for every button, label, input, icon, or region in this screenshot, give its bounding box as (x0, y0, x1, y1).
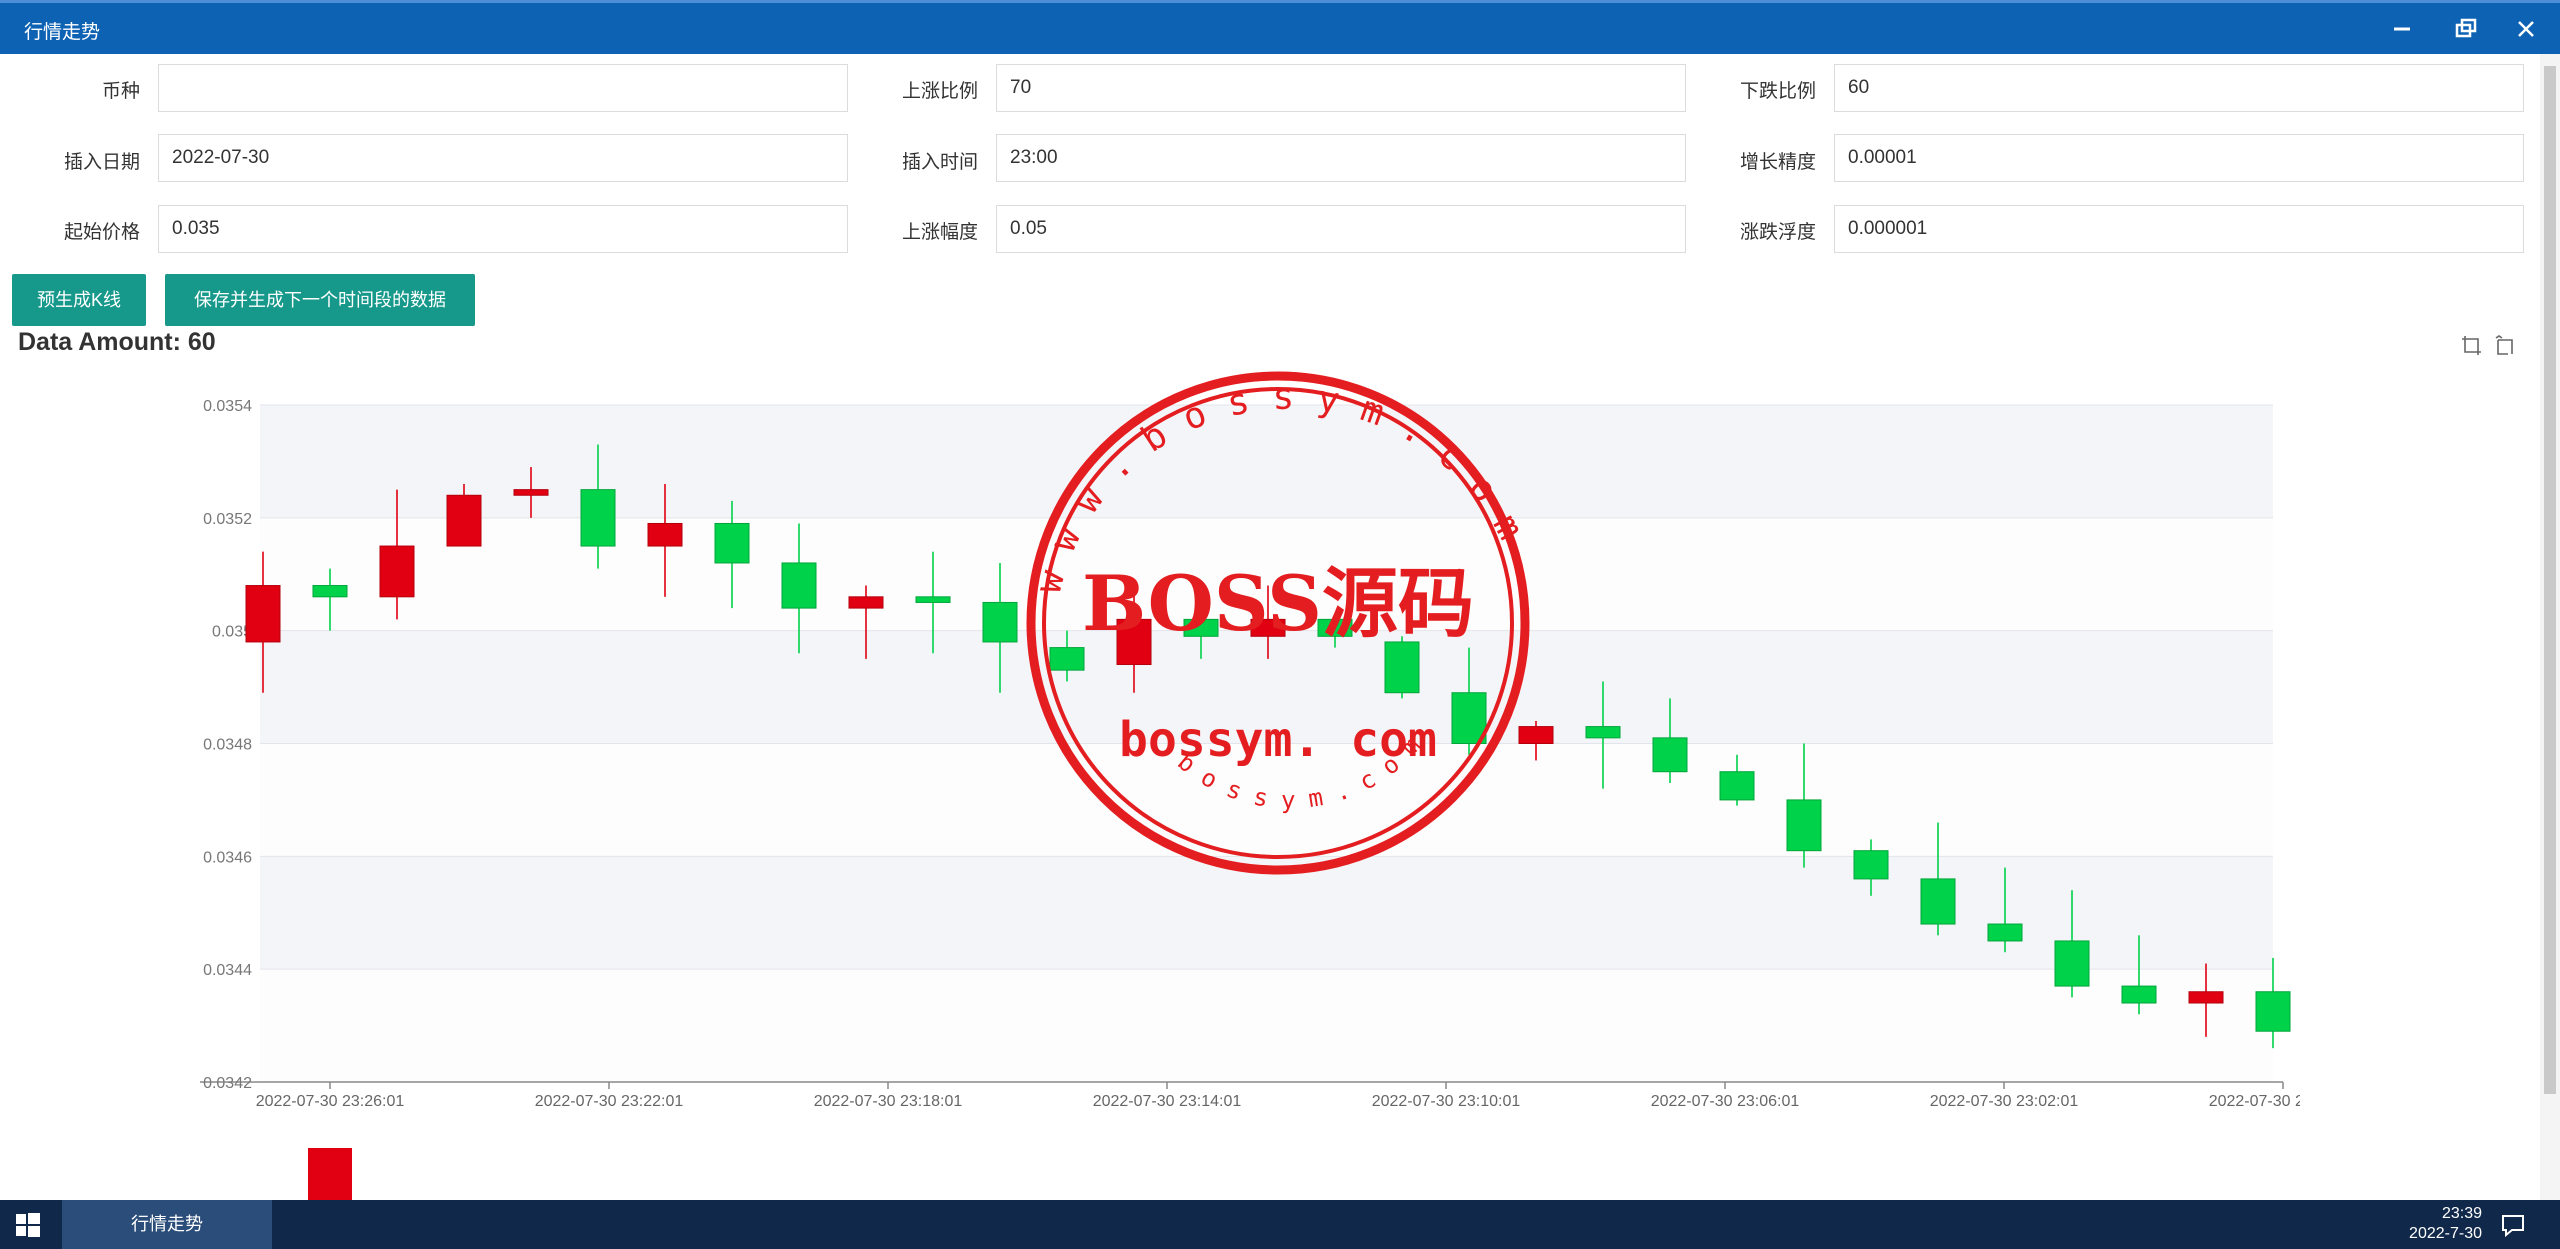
stamp-main-text: BOSS源码 (1082, 559, 1474, 648)
y-tick-label: 0.0352 (203, 511, 252, 528)
candle-body (848, 596, 884, 609)
y-tick-label: 0.0342 (203, 1075, 252, 1092)
candle-body (312, 585, 348, 598)
x-tick-label: 2022-07-30 23:22:01 (535, 1093, 684, 1110)
candle-body (647, 522, 683, 547)
clock-time: 23:39 (2441, 1205, 2482, 1222)
x-tick-label: 2022-07-30 23:14:01 (1093, 1093, 1242, 1110)
up-ratio-label: 上涨比例 (901, 81, 978, 102)
y-tick-label: 0.0354 (203, 398, 252, 415)
x-tick-label: 2022-07-30 22:58:01 (2209, 1093, 2300, 1110)
taskbar-app-button[interactable]: 行情走势 (62, 1200, 272, 1249)
candle-body (915, 596, 951, 603)
candle-body (2054, 940, 2090, 987)
insert-time-label: 插入时间 (901, 152, 978, 173)
coin-label: 币种 (101, 81, 140, 102)
candle-body (1987, 923, 2023, 942)
candle-body (781, 562, 817, 609)
candle-body (1585, 726, 1621, 739)
down-ratio-label: 下跌比例 (1739, 81, 1816, 102)
insert-time-input[interactable]: 23:00 (996, 134, 1686, 182)
restore-icon (2455, 18, 2477, 38)
growth-precision-input[interactable]: 0.00001 (1834, 134, 2524, 182)
candle-body (982, 601, 1018, 643)
candle-body (513, 489, 549, 496)
start-price-input[interactable]: 0.035 (158, 205, 848, 253)
fluctuation-input[interactable]: 0.000001 (1834, 205, 2524, 253)
candle-body (446, 494, 482, 547)
minimize-icon (2394, 27, 2410, 31)
close-icon (2518, 21, 2534, 37)
restore-button[interactable] (2446, 11, 2486, 47)
close-button[interactable] (2506, 11, 2546, 47)
insert-date-label: 插入日期 (63, 152, 140, 173)
candle-body (1786, 799, 1822, 852)
minimize-button[interactable] (2382, 11, 2422, 47)
x-tick-label: 2022-07-30 23:18:01 (814, 1093, 963, 1110)
candle-body (714, 522, 750, 564)
zoom-reset-icon[interactable] (2494, 334, 2518, 358)
zoom-icon[interactable] (2460, 334, 2484, 358)
volume-bar (308, 1148, 352, 1200)
x-tick-label: 2022-07-30 23:06:01 (1651, 1093, 1800, 1110)
up-range-label: 上涨幅度 (901, 222, 978, 243)
watermark-stamp: w w w . b o s s y m . c o m BOSS源码 bossy… (1026, 371, 1531, 875)
growth-precision-label: 增长精度 (1739, 152, 1816, 173)
start-price-label: 起始价格 (63, 222, 140, 243)
grid-band (260, 969, 2273, 1082)
candle-body (1719, 771, 1755, 801)
vertical-scrollbar[interactable] (2540, 54, 2560, 1200)
down-ratio-input[interactable]: 60 (1834, 64, 2524, 112)
clock-date: 2022-7-30 (2409, 1225, 2482, 1242)
y-tick-label: 0.0348 (203, 737, 252, 754)
candle-body (1652, 737, 1688, 773)
save-and-generate-next-button[interactable]: 保存并生成下一个时间段的数据 (165, 274, 475, 326)
candle-body (580, 489, 616, 547)
coin-input[interactable] (158, 64, 848, 112)
x-tick-label: 2022-07-30 23:02:01 (1930, 1093, 2079, 1110)
insert-date-input[interactable]: 2022-07-30 (158, 134, 848, 182)
up-ratio-input[interactable]: 70 (996, 64, 1686, 112)
y-tick-label: 0.0344 (203, 962, 252, 979)
x-tick-label: 2022-07-30 23:10:01 (1372, 1093, 1521, 1110)
taskbar-clock[interactable]: 23:39 2022-7-30 (2409, 1204, 2482, 1244)
notification-icon[interactable] (2500, 1212, 2526, 1238)
windows-start-icon[interactable] (16, 1213, 40, 1237)
candle-body (2121, 985, 2157, 1004)
window-title: 行情走势 (24, 22, 101, 43)
y-tick-label: 0.0346 (203, 849, 252, 866)
x-tick-label: 2022-07-30 23:26:01 (256, 1093, 405, 1110)
candle-body (1920, 878, 1956, 925)
window-title-bar: 行情走势 (0, 0, 2560, 54)
pregenerate-kline-button[interactable]: 预生成K线 (12, 274, 146, 326)
up-range-input[interactable]: 0.05 (996, 205, 1686, 253)
candle-body (2188, 991, 2224, 1004)
candle-body (1853, 850, 1889, 880)
scrollbar-thumb[interactable] (2544, 66, 2556, 1094)
candle-body (2255, 991, 2291, 1032)
fluctuation-label: 涨跌浮度 (1739, 222, 1816, 243)
candle-body (245, 585, 281, 643)
taskbar: 行情走势 23:39 2022-7-30 (0, 1200, 2560, 1249)
candle-body (379, 545, 415, 598)
